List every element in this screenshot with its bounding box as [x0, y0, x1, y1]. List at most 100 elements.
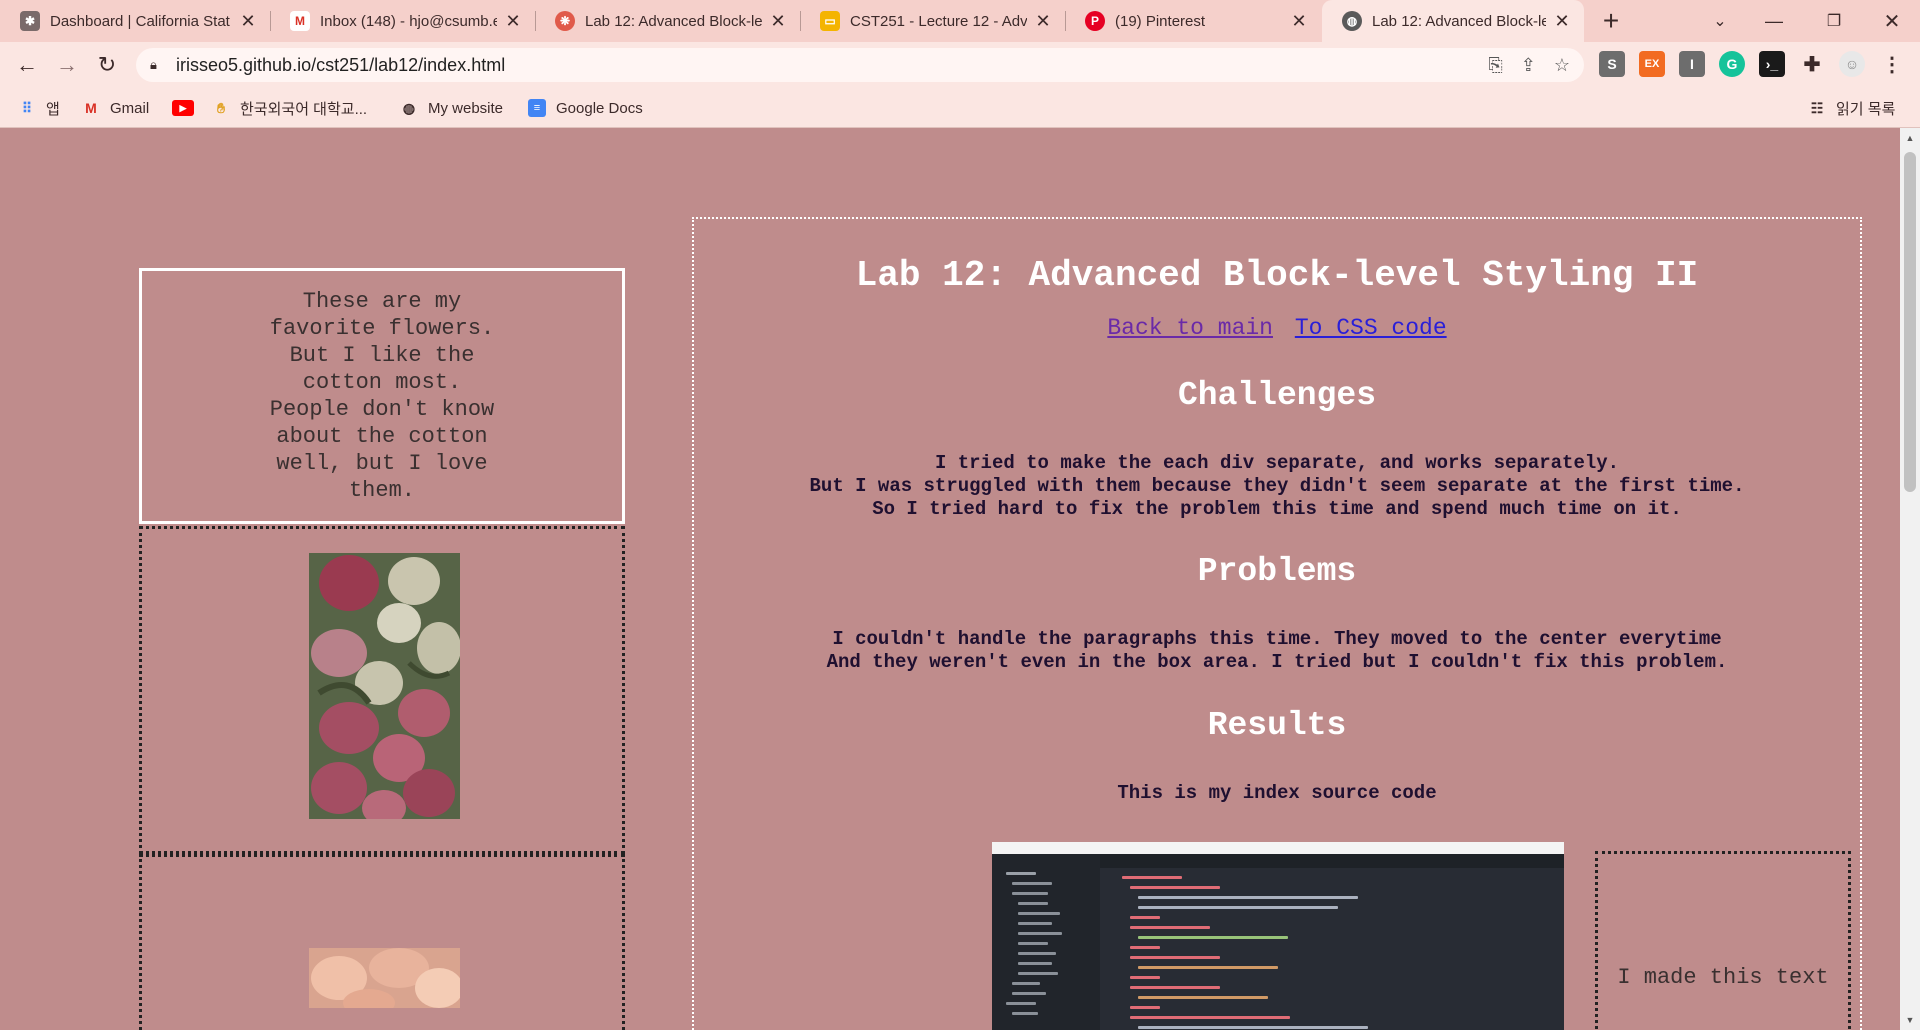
browser-toolbar: ← → ↻ 🔒︎ irisseo5.github.io/cst251/lab12… [0, 42, 1920, 88]
scroll-up-arrow-icon[interactable]: ▲ [1900, 130, 1920, 146]
share-icon[interactable]: ⇪ [1521, 55, 1536, 76]
css-code-link[interactable]: To CSS code [1295, 315, 1447, 341]
canvas-icon: ✱ [20, 11, 40, 31]
forward-arrow-icon[interactable]: → [50, 48, 84, 82]
minimize-icon[interactable]: — [1746, 0, 1802, 42]
close-icon[interactable]: ✕ [238, 11, 258, 32]
paragraph-line: So I tried hard to fix the problem this … [872, 498, 1682, 520]
gmail-icon: M [290, 11, 310, 31]
extension-ex-icon[interactable]: EX [1639, 51, 1665, 77]
hufs-icon: ✋︎ [217, 99, 225, 116]
paragraph-line: This is my index source code [1117, 782, 1437, 804]
tab-title: (19) Pinterest [1115, 12, 1206, 30]
scrollbar-thumb[interactable] [1904, 152, 1916, 492]
gmail-icon: M [85, 100, 97, 116]
bookmark-youtube[interactable]: ▶ [172, 88, 204, 128]
tab-title: Lab 12: Advanced Block-le [1372, 12, 1546, 30]
tulips-photo [309, 553, 460, 819]
editor-tabs [1100, 854, 1564, 868]
lab-icon: ❋ [555, 11, 575, 31]
close-icon[interactable]: ✕ [1552, 11, 1572, 32]
favorite-text: These are my favorite flowers. But I lik… [269, 289, 495, 503]
tab-lecture[interactable]: ▭ CST251 - Lecture 12 - Adv ✕ [800, 0, 1065, 42]
restore-icon[interactable]: ❐ [1806, 0, 1862, 42]
tab-strip: ✱ Dashboard | California Stat ✕ M Inbox … [0, 0, 1920, 42]
bookmark-star-icon[interactable]: ☆ [1554, 55, 1570, 76]
tab-lab12[interactable]: ❋ Lab 12: Advanced Block-le ✕ [535, 0, 800, 42]
new-tab-button[interactable]: + [1596, 0, 1626, 42]
page-viewport: These are my favorite flowers. But I lik… [0, 128, 1900, 1030]
tab-pinterest[interactable]: P (19) Pinterest ✕ [1065, 0, 1321, 42]
tab-inbox[interactable]: M Inbox (148) - hjo@csumb.e ✕ [270, 0, 535, 42]
docs-icon: ≡ [528, 99, 546, 117]
address-bar[interactable]: 🔒︎ irisseo5.github.io/cst251/lab12/index… [136, 48, 1584, 82]
tab-lab12-active[interactable]: ◍ Lab 12: Advanced Block-le ✕ [1322, 0, 1584, 42]
apps-grid-icon: ⠿ [21, 99, 33, 116]
roses-photo-box [139, 854, 625, 1030]
tab-dashboard[interactable]: ✱ Dashboard | California Stat ✕ [0, 0, 270, 42]
file-tree-panel [992, 854, 1100, 1030]
url-text[interactable]: irisseo5.github.io/cst251/lab12/index.ht… [176, 55, 505, 76]
slides-icon: ▭ [820, 11, 840, 31]
reading-list[interactable]: ☷ 읽기 목록 [1808, 88, 1896, 128]
extension-s-icon[interactable]: S [1599, 51, 1625, 77]
tab-title: Lab 12: Advanced Block-le [585, 12, 762, 30]
bookmark-label: 한국외국어 대학교... [240, 100, 368, 118]
bookmark-hufs[interactable]: ✋︎ 한국외국어 대학교... [212, 88, 367, 128]
page-scrollbar[interactable]: ▲ ▼ [1900, 128, 1920, 1030]
bookmarks-bar: ⠿ 앱 M Gmail ▶ ✋︎ 한국외국어 대학교... ◍ My websi… [0, 88, 1920, 128]
close-icon[interactable]: ✕ [503, 11, 523, 32]
omnibox-actions: ⎘ ⇪ ☆ [1488, 48, 1570, 82]
tab-search-icon[interactable]: ⌄ [1692, 0, 1748, 42]
grammarly-icon[interactable]: G [1719, 51, 1745, 77]
globe-icon: ◍ [402, 99, 416, 116]
profile-avatar-icon[interactable]: ☺ [1839, 51, 1865, 77]
made-text: I made this text [1617, 965, 1829, 990]
roses-photo [309, 948, 460, 1008]
results-heading: Results [1207, 707, 1347, 744]
bookmark-label: Gmail [110, 99, 150, 117]
bookmark-label: Google Docs [556, 99, 643, 117]
tab-title: CST251 - Lecture 12 - Adv [850, 12, 1027, 30]
favorite-flowers-box: These are my favorite flowers. But I lik… [139, 268, 625, 524]
bookmark-label: My website [428, 99, 504, 117]
results-text: This is my index source code [694, 782, 1860, 805]
reload-icon[interactable]: ↻ [90, 48, 124, 82]
made-text-box: I made this text [1595, 851, 1851, 1030]
bookmark-label: 앱 [46, 100, 60, 118]
extension-i-icon[interactable]: I [1679, 51, 1705, 77]
terminal-icon[interactable]: ›_ [1759, 51, 1785, 77]
bookmark-my-website[interactable]: ◍ My website [400, 88, 503, 128]
bookmark-apps[interactable]: ⠿ 앱 [18, 88, 60, 128]
lock-icon[interactable]: 🔒︎ [150, 57, 164, 73]
problems-text: I couldn't handle the paragraphs this ti… [694, 628, 1860, 674]
page-title: Lab 12: Advanced Block-level Styling II [855, 255, 1699, 296]
close-window-icon[interactable]: ✕ [1864, 0, 1920, 42]
bookmark-google-docs[interactable]: ≡ Google Docs [528, 88, 643, 128]
challenges-text: I tried to make the each div separate, a… [694, 452, 1860, 521]
paragraph-line: But I was struggled with them because th… [809, 475, 1745, 497]
globe-icon: ◍ [1342, 11, 1362, 31]
close-icon[interactable]: ✕ [1289, 11, 1309, 32]
paragraph-line: And they weren't even in the box area. I… [826, 651, 1728, 673]
back-arrow-icon[interactable]: ← [10, 48, 44, 82]
paragraph-line: I tried to make the each div separate, a… [934, 452, 1620, 474]
tab-title: Dashboard | California Stat [50, 12, 230, 30]
paragraph-line: I couldn't handle the paragraphs this ti… [832, 628, 1722, 650]
pinterest-icon: P [1085, 11, 1105, 31]
nav-links: Back to main To CSS code [694, 315, 1860, 341]
bookmark-gmail[interactable]: M Gmail [82, 88, 149, 128]
reading-list-icon: ☷ [1810, 99, 1824, 116]
reading-list-label: 읽기 목록 [1836, 100, 1896, 118]
tulips-photo-box [139, 526, 625, 854]
tab-title: Inbox (148) - hjo@csumb.e [320, 12, 497, 30]
translate-icon[interactable]: ⎘ [1488, 55, 1502, 76]
scroll-down-arrow-icon[interactable]: ▼ [1900, 1012, 1920, 1028]
menu-kebab-icon[interactable]: ⋮ [1879, 51, 1905, 77]
challenges-heading: Challenges [1177, 377, 1377, 414]
close-icon[interactable]: ✕ [768, 11, 788, 32]
extensions-puzzle-icon[interactable]: ✚ [1799, 51, 1825, 77]
source-code-screenshot [992, 842, 1564, 1030]
back-to-main-link[interactable]: Back to main [1107, 315, 1273, 341]
close-icon[interactable]: ✕ [1033, 11, 1053, 32]
